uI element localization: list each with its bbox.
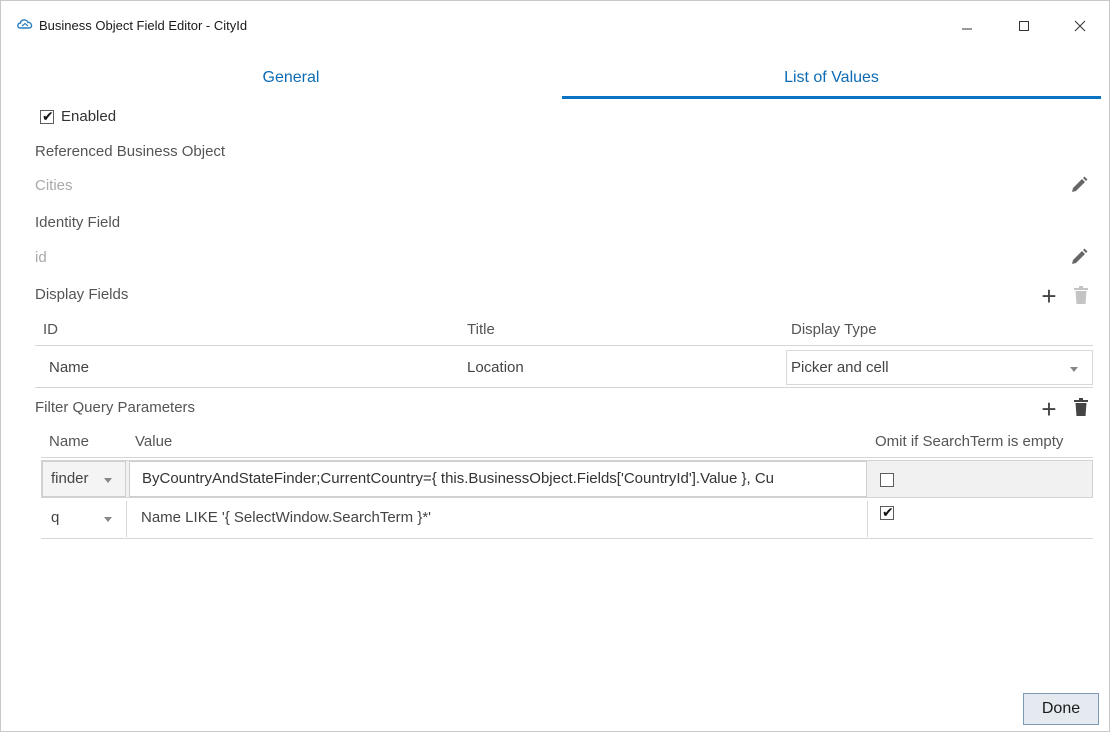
filter-row-1-name: finder	[51, 470, 89, 487]
display-row-title: Location	[467, 359, 524, 376]
edit-identity-field-pencil-icon[interactable]	[1069, 247, 1089, 267]
filter-row-2-omit-checkbox[interactable]: ✔	[880, 504, 894, 520]
tab-bar: General List of Values	[21, 63, 1101, 99]
maximize-button[interactable]	[1004, 11, 1044, 41]
referenced-business-object-value: Cities	[35, 177, 73, 194]
display-col-display-type-header: Display Type	[791, 321, 877, 338]
filter-row-2-name-divider	[126, 501, 127, 537]
filter-row-1-omit-checkbox[interactable]	[880, 473, 894, 487]
display-type-value: Picker and cell	[791, 359, 889, 376]
chevron-down-icon	[104, 478, 112, 483]
filter-row-1-value-input[interactable]: ByCountryAndStateFinder;CurrentCountry={…	[129, 461, 867, 497]
display-table-header-divider	[35, 345, 1093, 346]
filter-table-header-divider	[41, 457, 1093, 458]
filter-row-2-value[interactable]: Name LIKE '{ SelectWindow.SearchTerm }*'	[141, 509, 431, 526]
filter-row-2-name: q	[51, 509, 60, 526]
maximize-icon	[1019, 21, 1029, 31]
checkmark-icon: ✔	[882, 504, 894, 520]
identity-field-value: id	[35, 249, 47, 266]
tab-list-of-values[interactable]: List of Values	[562, 63, 1101, 99]
enabled-checkbox[interactable]: ✔	[40, 108, 54, 124]
minimize-icon	[962, 28, 972, 30]
identity-field-label: Identity Field	[35, 214, 121, 231]
field-editor-window: Business Object Field Editor - CityId Ge…	[0, 0, 1110, 732]
display-fields-label: Display Fields	[35, 286, 129, 303]
filter-col-omit-header: Omit if SearchTerm is empty	[875, 433, 1064, 450]
display-row-id: Name	[49, 359, 90, 376]
close-icon	[1074, 20, 1086, 32]
cloud-icon	[17, 19, 33, 29]
filter-row-1-value: ByCountryAndStateFinder;CurrentCountry={…	[142, 470, 775, 487]
edit-referenced-object-pencil-icon[interactable]	[1069, 175, 1089, 195]
display-col-id-header: ID	[43, 321, 58, 338]
delete-filter-parameter-trash-icon[interactable]	[1074, 398, 1088, 416]
checkmark-icon: ✔	[42, 108, 54, 124]
chevron-down-icon	[1070, 367, 1078, 372]
add-display-field-plus-icon[interactable]: +	[1039, 283, 1059, 309]
referenced-business-object-label: Referenced Business Object	[35, 143, 226, 160]
filter-col-value-header: Value	[135, 433, 173, 450]
enabled-label: Enabled	[61, 108, 117, 125]
filter-row-2-value-divider	[867, 501, 868, 537]
minimize-button[interactable]	[947, 11, 987, 41]
close-button[interactable]	[1060, 11, 1100, 41]
chevron-down-icon	[104, 517, 112, 522]
filter-col-name-header: Name	[49, 433, 90, 450]
delete-display-field-trash-icon[interactable]	[1074, 286, 1088, 304]
add-filter-parameter-plus-icon[interactable]: +	[1039, 396, 1059, 422]
title-bar: Business Object Field Editor - CityId	[1, 1, 1109, 51]
display-table-bottom-divider	[35, 387, 1093, 388]
filter-query-parameters-label: Filter Query Parameters	[35, 399, 196, 416]
filter-table-bottom-divider	[41, 538, 1093, 539]
display-col-title-header: Title	[467, 321, 495, 338]
done-button[interactable]: Done	[1023, 693, 1099, 725]
window-title: Business Object Field Editor - CityId	[39, 18, 248, 33]
tab-general[interactable]: General	[21, 63, 561, 99]
